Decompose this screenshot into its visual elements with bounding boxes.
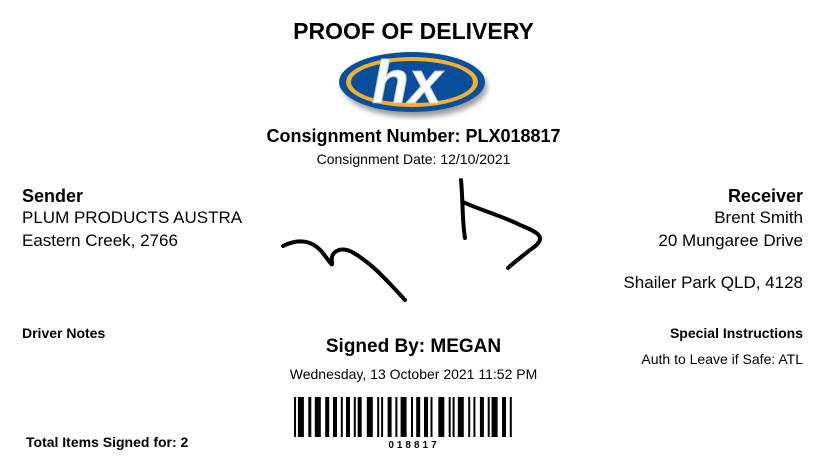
barcode-bar — [448, 397, 451, 437]
barcode-bar — [308, 397, 312, 437]
barcode-bar — [457, 397, 464, 437]
barcode-bar — [424, 397, 428, 437]
barcode-bar — [509, 397, 512, 437]
barcode-bar — [502, 397, 506, 437]
barcode-bar — [340, 397, 343, 437]
barcode-bar — [325, 397, 330, 437]
barcode-bar — [395, 397, 398, 437]
total-items: Total Items Signed for: 2 — [26, 434, 189, 450]
barcode-bar — [438, 397, 445, 437]
signed-datetime: Wednesday, 13 October 2021 11:52 PM — [289, 366, 538, 382]
barcode-bar — [452, 397, 455, 437]
barcode-bar — [294, 397, 296, 437]
barcode-bar — [297, 397, 304, 437]
barcode-bar — [411, 397, 413, 437]
signed-by: Signed By: MEGAN — [325, 336, 502, 357]
barcode-bar — [479, 397, 484, 437]
barcode-bar — [430, 397, 433, 437]
barcode-bar — [333, 397, 337, 437]
barcode-bar — [487, 397, 490, 437]
barcode-bar — [381, 397, 384, 437]
barcode-bar — [387, 397, 392, 437]
barcode-number: 018817 — [388, 440, 440, 451]
barcode-bar — [366, 397, 373, 437]
barcode-bar — [473, 397, 476, 437]
barcode-bar — [491, 397, 498, 437]
barcode-bar — [314, 397, 321, 437]
barcode-bar — [416, 397, 421, 437]
barcode-bar — [468, 397, 471, 437]
barcode-bar — [353, 397, 356, 437]
barcode-bar — [346, 397, 350, 437]
barcode-bar — [400, 397, 407, 437]
barcode-bar — [377, 397, 380, 437]
barcode — [294, 397, 512, 437]
barcode-bar — [357, 397, 362, 437]
